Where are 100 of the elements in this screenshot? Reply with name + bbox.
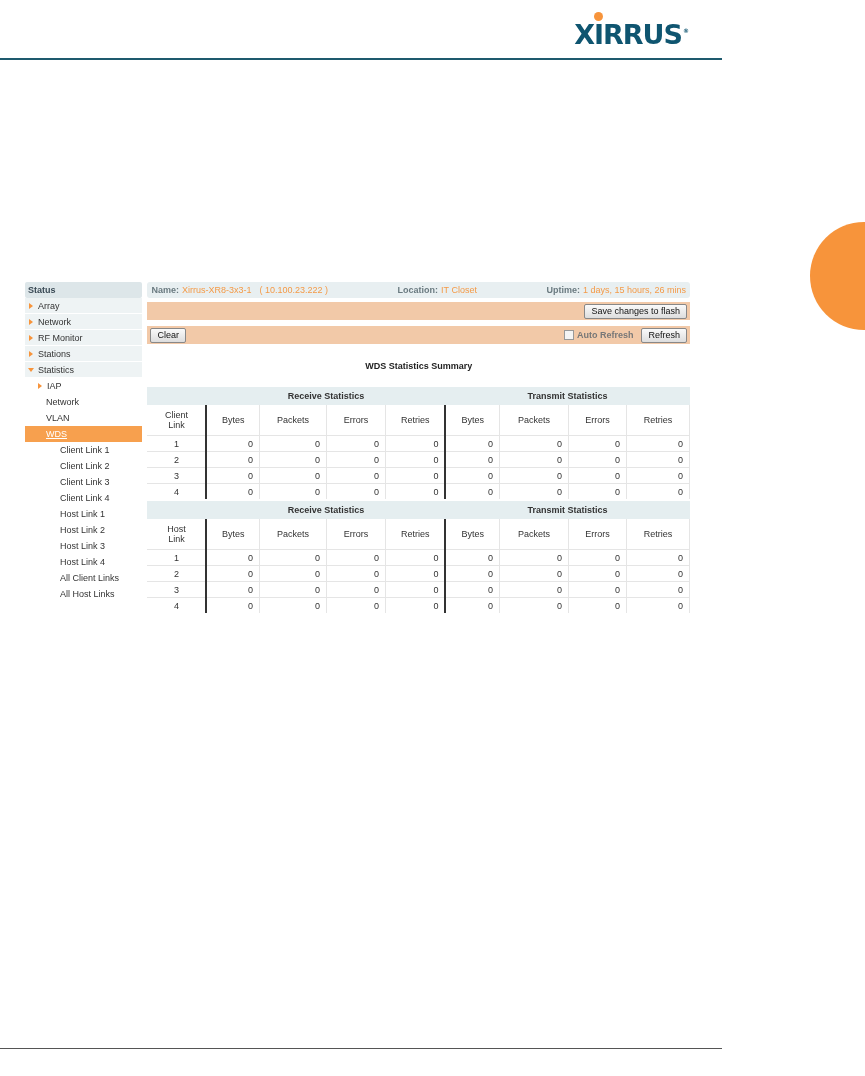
column-header: Bytes: [445, 519, 500, 550]
table-cell: 0: [385, 451, 446, 468]
column-header: Errors: [326, 519, 386, 550]
column-header: Bytes: [206, 519, 260, 550]
caret-right-icon: [37, 383, 43, 389]
table-cell: 0: [326, 565, 386, 582]
table-cell: 0: [385, 483, 446, 499]
table-cell: 0: [626, 565, 690, 582]
sidebar-item[interactable]: Array: [25, 298, 143, 314]
table-cell: 2: [147, 451, 207, 468]
column-header: Packets: [259, 405, 327, 436]
table-cell: 0: [385, 549, 446, 566]
clear-button[interactable]: Clear: [150, 327, 186, 343]
table-cell: 0: [385, 597, 446, 613]
table-cell: 0: [259, 435, 327, 452]
caret-right-icon: [28, 302, 34, 309]
sidebar-item[interactable]: Stations: [25, 346, 143, 362]
group-header: Transmit Statistics: [445, 387, 690, 405]
table-cell: 0: [326, 451, 386, 468]
table-cell: 0: [206, 581, 260, 598]
caret-right-icon: [28, 334, 34, 341]
table-cell: 0: [445, 435, 500, 452]
table-cell: 0: [499, 565, 569, 582]
table-cell: 0: [499, 467, 569, 484]
table-cell: 0: [445, 451, 500, 468]
column-header: Retries: [626, 405, 690, 436]
table-cell: 0: [326, 597, 386, 613]
table-cell: 0: [326, 467, 386, 484]
table-cell: 0: [206, 597, 260, 613]
table-cell: 0: [206, 483, 260, 499]
column-header: Retries: [385, 519, 446, 550]
auto-refresh-checkbox[interactable]: [563, 330, 574, 340]
table-cell: 0: [499, 435, 569, 452]
table-cell: 4: [147, 597, 207, 613]
table-cell: 0: [626, 549, 690, 566]
table-cell: 0: [499, 483, 569, 499]
table-cell: 0: [206, 549, 260, 566]
table-cell: 0: [568, 467, 627, 484]
table-cell: 0: [626, 467, 690, 484]
sidebar-item[interactable]: Network: [25, 314, 143, 330]
table-cell: 0: [206, 435, 260, 452]
table-cell: 0: [499, 451, 569, 468]
summary-title: WDS Statistics Summary: [364, 360, 474, 373]
table-cell: 0: [259, 597, 327, 613]
table-cell: 0: [568, 581, 627, 598]
table-cell: 2: [147, 565, 207, 582]
group-header: Transmit Statistics: [445, 501, 690, 519]
table-cell: 0: [259, 581, 327, 598]
location-label: Location:: [397, 285, 439, 295]
table-cell: 0: [445, 467, 500, 484]
sidebar-item[interactable]: Statistics: [25, 362, 143, 378]
ip-value: ( 10.100.23.222 ): [259, 285, 329, 295]
table-cell: 0: [326, 435, 386, 452]
auto-refresh-label: Auto Refresh: [576, 330, 634, 340]
table-cell: 0: [259, 483, 327, 499]
table-cell: 0: [445, 581, 500, 598]
table-cell: 0: [499, 597, 569, 613]
caret-down-icon: [28, 366, 34, 373]
column-header: Host Link: [147, 519, 207, 550]
table-cell: 0: [326, 483, 386, 499]
column-header: Packets: [499, 519, 569, 550]
column-header: Errors: [568, 519, 627, 550]
table-cell: 0: [568, 435, 627, 452]
table-cell: 0: [568, 451, 627, 468]
table-cell: 0: [568, 597, 627, 613]
location-value: IT Closet: [441, 285, 477, 295]
table-cell: 1: [147, 549, 207, 566]
table-cell: 0: [206, 451, 260, 468]
sidebar-item[interactable]: RF Monitor: [25, 330, 143, 346]
table-cell: 0: [385, 467, 446, 484]
table-cell: 0: [259, 467, 327, 484]
table-cell: 0: [626, 435, 690, 452]
table-cell: 0: [499, 549, 569, 566]
table-cell: 4: [147, 483, 207, 499]
table-cell: 0: [385, 581, 446, 598]
table-cell: 0: [568, 565, 627, 582]
table-cell: 0: [385, 435, 446, 452]
table-cell: 0: [626, 597, 690, 613]
table-cell: 1: [147, 435, 207, 452]
table-cell: 0: [326, 581, 386, 598]
table-cell: 0: [626, 451, 690, 468]
column-header: Client Link: [147, 405, 207, 436]
table-cell: 0: [445, 549, 500, 566]
column-header: Packets: [499, 405, 569, 436]
table-cell: 0: [568, 483, 627, 499]
column-header: Errors: [568, 405, 627, 436]
table-cell: 0: [626, 581, 690, 598]
save-button[interactable]: Save changes to flash: [584, 303, 687, 319]
table-cell: 3: [147, 467, 207, 484]
sidebar-title: Status: [25, 282, 143, 298]
table-cell: 0: [259, 451, 327, 468]
table-cell: 0: [568, 549, 627, 566]
table-cell: 0: [445, 483, 500, 499]
column-header: Bytes: [206, 405, 260, 436]
refresh-button[interactable]: Refresh: [641, 327, 687, 343]
table-cell: 0: [626, 483, 690, 499]
column-header: Bytes: [445, 405, 500, 436]
table-cell: 0: [326, 549, 386, 566]
group-header: Receive Statistics: [206, 501, 446, 519]
caret-right-icon: [28, 318, 34, 325]
